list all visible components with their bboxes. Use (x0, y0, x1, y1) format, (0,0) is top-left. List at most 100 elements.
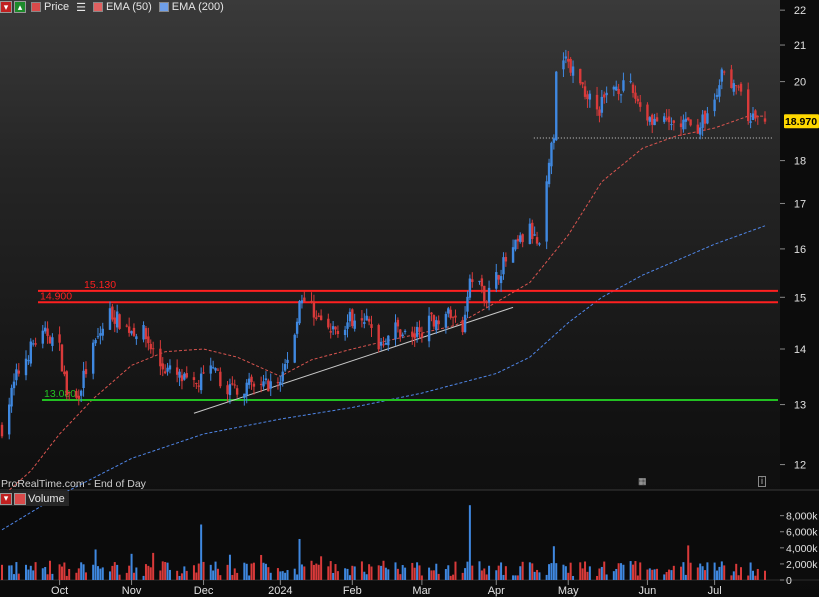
candle-body (696, 124, 700, 134)
candle-body (29, 341, 32, 364)
info-icon[interactable]: i (758, 476, 766, 487)
candle-body (202, 372, 205, 374)
candle-body (399, 329, 402, 338)
candle-body (756, 116, 760, 118)
volume-bar (334, 564, 337, 580)
volume-bar (245, 563, 248, 580)
candle-body (519, 235, 522, 242)
volume-bar (555, 563, 558, 580)
volume-bar (185, 570, 188, 580)
horizontal-levels[interactable]: 15.130 14.900 13.080 (38, 137, 778, 414)
volume-bar (605, 574, 608, 580)
volume-bar (279, 571, 282, 580)
volume-bar (533, 571, 536, 580)
legend-ema50-label: EMA (50) (105, 1, 152, 13)
candle-body (65, 371, 68, 396)
volume-bar (152, 552, 155, 580)
volume-bar (720, 561, 723, 580)
volume-bar (260, 554, 263, 580)
legend-menu[interactable]: ☰ (73, 0, 90, 14)
collapse-icon[interactable]: ▾ (0, 1, 12, 13)
candle-body (639, 102, 642, 107)
volume-bar (315, 563, 318, 580)
last-price-badge: 18.970 (784, 114, 819, 129)
candle-body (51, 337, 54, 346)
volume-bar (488, 565, 491, 580)
volume-bar (99, 568, 102, 580)
candle-body (581, 82, 584, 85)
volume-bar (29, 565, 32, 580)
volume-bar (262, 562, 265, 580)
volume-bar (749, 562, 752, 580)
candle-body (672, 120, 676, 123)
price-chart[interactable]: 15.13014.90013.080 12131415161718202122 … (0, 0, 819, 597)
ema50-path (1, 115, 765, 497)
candle-body (303, 297, 306, 302)
candle-body (180, 375, 184, 382)
legend-price[interactable]: Price (28, 0, 73, 14)
volume-panel (0, 490, 780, 597)
candle-body (264, 378, 268, 381)
candle-body (67, 392, 71, 394)
price-tick-label: 16 (794, 244, 806, 256)
volume-bar (617, 563, 620, 580)
volume-bar (704, 570, 707, 580)
candle-body (562, 60, 565, 70)
candle-body (111, 306, 114, 320)
candle-body (17, 370, 20, 374)
volume-bar (435, 563, 438, 580)
volume-bar (147, 565, 150, 580)
candle-body (396, 319, 400, 327)
level-label: 15.130 (84, 279, 116, 291)
volume-bar (96, 566, 99, 580)
candle-body (79, 390, 83, 396)
volume-bar (581, 568, 584, 580)
candle-body (363, 322, 366, 324)
price-tick-label: 12 (794, 460, 806, 472)
candle-body (533, 234, 536, 236)
volume-bar (622, 564, 625, 580)
candle-body (569, 58, 572, 73)
candle-body (579, 68, 582, 84)
volume-bar (500, 562, 503, 580)
legend-ema50[interactable]: EMA (50) (90, 0, 156, 14)
volume-bar (531, 563, 534, 580)
volume-bar (209, 564, 212, 580)
calendar-icon[interactable]: ▦ (638, 476, 647, 487)
volume-bar (142, 575, 145, 580)
volume-bar (723, 565, 726, 580)
candle-body (394, 322, 397, 340)
candle-body (269, 381, 272, 389)
candle-body (598, 109, 601, 116)
candle-body (754, 110, 757, 119)
candle-body (312, 302, 316, 318)
volume-bar (516, 575, 519, 580)
candle-body (670, 124, 673, 126)
volume-bar (197, 563, 200, 580)
volume-bar (396, 568, 399, 580)
volume-bar (44, 567, 47, 580)
volume-bar (159, 570, 162, 580)
volume-bar (480, 570, 483, 580)
candle-body (411, 331, 414, 337)
volume-bar (752, 570, 755, 580)
candle-body (365, 315, 368, 321)
candle-body (747, 89, 750, 122)
volume-bar (346, 568, 349, 580)
volume-bar (327, 566, 330, 580)
volume-bar (648, 568, 651, 580)
volume-collapse-icon[interactable]: ▾ (0, 492, 12, 505)
ema50-swatch-icon (92, 2, 103, 12)
candle-body (276, 382, 280, 384)
candle-body (427, 315, 431, 342)
candle-body (168, 365, 172, 370)
candle-body (367, 318, 371, 322)
candle-body (118, 314, 121, 329)
legend-ema200[interactable]: EMA (200) (156, 0, 228, 14)
candle-body (516, 238, 520, 242)
expand-icon[interactable]: ▴ (14, 1, 26, 13)
candle-body (12, 381, 16, 389)
volume-bar (572, 575, 575, 580)
candle-body (684, 118, 688, 122)
volume-bar (144, 564, 147, 580)
